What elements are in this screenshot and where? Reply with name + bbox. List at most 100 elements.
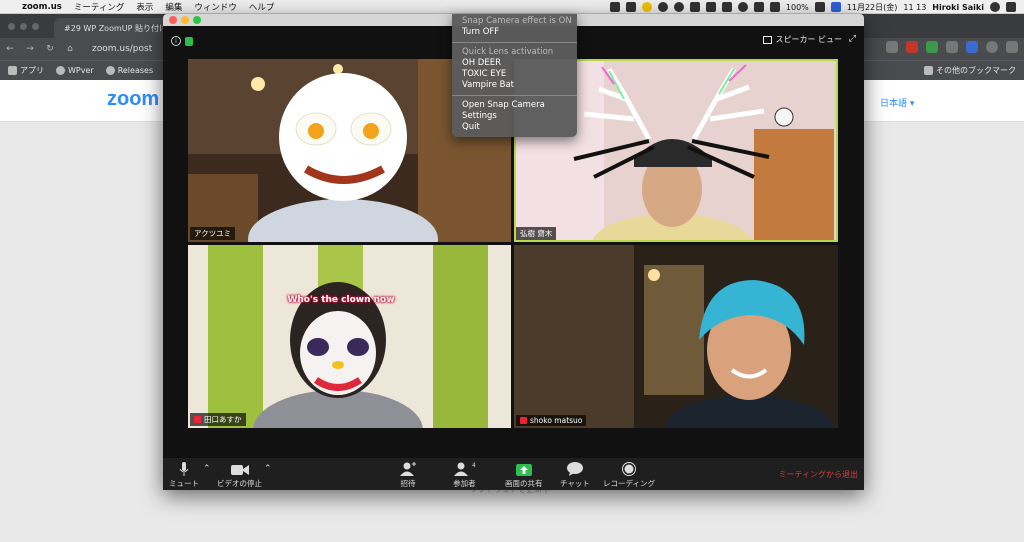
menu-item-quit[interactable]: Quit (452, 122, 577, 133)
other-bookmarks[interactable]: その他のブックマーク (924, 65, 1016, 76)
spotlight-icon[interactable] (990, 2, 1000, 12)
chat-button[interactable]: チャット (560, 462, 590, 489)
menu-item-lens-toxic-eye[interactable]: TOXIC EYE (452, 69, 577, 80)
menu-item-turn-off[interactable]: Turn OFF (452, 27, 577, 38)
tray-app-icon[interactable] (625, 2, 636, 12)
tray-app-icon[interactable] (673, 2, 684, 12)
video-camera-icon (230, 462, 249, 476)
bookmark-wpver[interactable]: WPver (56, 66, 94, 75)
bookmark-label: その他のブックマーク (936, 66, 1016, 75)
menubar-time[interactable]: 11 13 (903, 3, 926, 12)
stop-video-label: ビデオの停止 (217, 479, 262, 488)
menu-view[interactable]: 表示 (130, 1, 159, 13)
more-menu-icon[interactable] (1006, 41, 1018, 53)
menubar-user[interactable]: Hiroki Saiki (932, 3, 984, 12)
extension-icon[interactable] (966, 41, 978, 53)
home-icon[interactable]: ⌂ (60, 44, 80, 54)
menu-meeting[interactable]: ミーティング (68, 1, 131, 13)
wifi-icon[interactable] (753, 2, 764, 12)
zoom-button[interactable] (193, 16, 201, 24)
participant-name: shoko matsuo (516, 415, 587, 426)
profile-avatar[interactable] (986, 41, 998, 53)
clock-icon[interactable] (737, 2, 748, 12)
wordpress-icon (105, 66, 115, 75)
extension-icon[interactable] (906, 41, 918, 53)
extension-icon[interactable] (926, 41, 938, 53)
notification-center-icon[interactable] (1006, 2, 1016, 12)
reload-icon[interactable]: ↻ (40, 44, 60, 54)
menu-help[interactable]: ヘルプ (243, 1, 281, 13)
video-options-caret[interactable]: ⌃ (264, 464, 272, 474)
extension-icon[interactable] (946, 41, 958, 53)
back-icon[interactable]: ← (0, 44, 20, 54)
share-screen-button[interactable]: 画面の共有 (505, 462, 543, 489)
status-tray: 100% 11月22日(金) 11 13 Hiroki Saiki (609, 0, 1024, 14)
tray-app-icon[interactable] (705, 2, 716, 12)
menubar-date[interactable]: 11月22日(金) (847, 2, 898, 13)
battery-percent[interactable]: 100% (786, 3, 809, 12)
tab-title: #29 WP ZoomUP 貼り付け (64, 23, 167, 33)
participant-name: アクツユミ (190, 227, 236, 240)
share-screen-label: 画面の共有 (505, 479, 543, 488)
bookmark-apps[interactable]: アプリ (8, 65, 44, 76)
audio-options-caret[interactable]: ⌃ (203, 464, 211, 474)
tray-app-icon[interactable] (657, 2, 668, 12)
browser-tab[interactable]: #29 WP ZoomUP 貼り付け (54, 18, 174, 38)
tray-app-icon[interactable] (609, 2, 620, 12)
snap-status: Snap Camera effect is ON (462, 16, 572, 26)
participants-icon: 4 (453, 462, 476, 476)
volume-icon[interactable] (769, 2, 780, 12)
participant-name: 弘樹 齋木 (516, 227, 557, 240)
close-button[interactable] (169, 16, 177, 24)
bookmark-releases[interactable]: Releases (105, 66, 153, 75)
record-button[interactable]: レコーディング (603, 462, 655, 489)
stop-video-button[interactable]: ビデオの停止 (217, 462, 262, 489)
forward-icon[interactable]: → (20, 44, 40, 54)
video-tile-3[interactable]: Who's the clown now 田口あすか (188, 245, 511, 428)
clown-caption: Who's the clown now (287, 295, 395, 305)
chat-bubble-icon (566, 462, 583, 476)
mute-label: ミュート (169, 479, 199, 488)
menu-item-open-snap-camera[interactable]: Open Snap Camera (452, 100, 577, 111)
mute-button[interactable]: ミュート (169, 462, 199, 489)
snap-camera-menu: Snap Camera effect is ON Turn OFF Quick … (452, 14, 577, 137)
muted-mic-icon (194, 416, 201, 423)
wordpress-icon (56, 66, 65, 75)
leave-meeting-button[interactable]: ミーティングから退出 (778, 469, 858, 480)
menu-edit[interactable]: 編集 (159, 1, 188, 13)
menu-app-name[interactable]: zoom.us (16, 2, 68, 12)
menu-window[interactable]: ウィンドウ (188, 1, 243, 13)
invite-button[interactable]: 招待 (400, 462, 416, 489)
snap-camera-icon[interactable] (641, 2, 652, 12)
participant-name-text: アクツユミ (194, 229, 232, 238)
video-tile-4[interactable]: shoko matsuo (514, 245, 838, 428)
share-screen-icon (515, 462, 532, 476)
menu-item-lens-vampire-bat[interactable]: Vampire Bat (452, 80, 577, 91)
invite-label: 招待 (400, 479, 416, 488)
dropbox-icon[interactable] (721, 2, 732, 12)
minimize-button[interactable] (181, 16, 189, 24)
quick-lens-heading: Quick Lens activation (462, 47, 554, 57)
fullscreen-icon[interactable]: ⤢ (849, 34, 856, 44)
input-source-icon[interactable] (830, 2, 841, 12)
address-bar[interactable]: zoom.us/post (92, 41, 162, 57)
participant-name-text: 弘樹 齋木 (520, 229, 553, 238)
battery-icon[interactable] (814, 2, 825, 12)
participants-button[interactable]: 4 参加者 (453, 462, 476, 489)
tray-app-icon[interactable] (689, 2, 700, 12)
participant-name-text: 田口あすか (204, 415, 242, 424)
menu-item-lens-oh-deer[interactable]: OH DEER (452, 58, 577, 69)
extension-icon[interactable] (886, 41, 898, 53)
window-traffic-lights (169, 16, 201, 24)
menu-item-settings[interactable]: Settings (452, 111, 577, 122)
window-controls (8, 23, 39, 30)
info-icon[interactable]: i (171, 36, 181, 46)
zoom-logo[interactable]: zoom (107, 88, 159, 111)
speaker-view-button[interactable]: スピーカー ビュー (763, 34, 842, 45)
language-selector[interactable]: 日本語 ▾ (880, 96, 914, 109)
lock-icon (185, 36, 193, 46)
record-label: レコーディング (603, 479, 655, 488)
participant-count: 4 (472, 462, 476, 469)
participant-name: 田口あすか (190, 413, 246, 426)
record-icon (621, 462, 636, 476)
